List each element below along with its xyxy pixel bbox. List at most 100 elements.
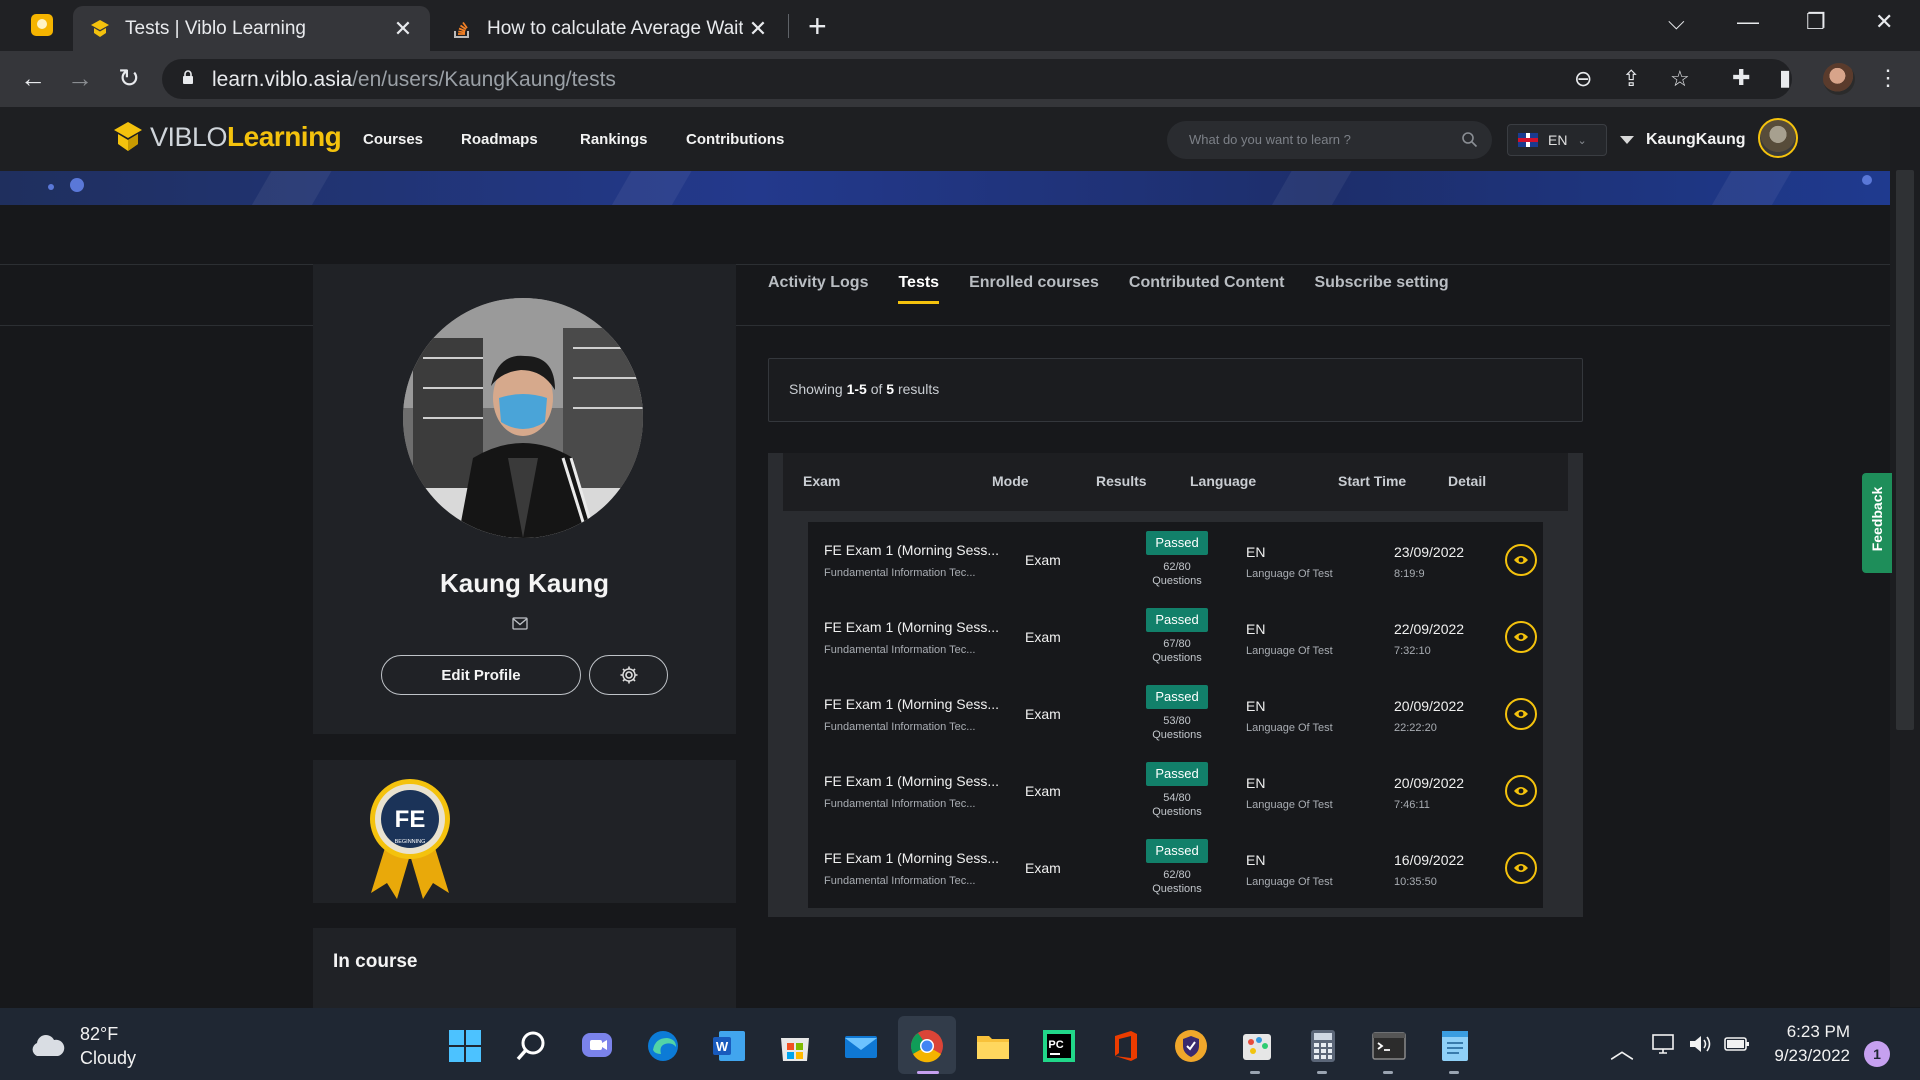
- windows-start-icon[interactable]: [447, 1028, 483, 1064]
- tab-contributed-content[interactable]: Contributed Content: [1129, 274, 1285, 304]
- close-tab-icon[interactable]: ✕: [388, 16, 418, 42]
- table-header: Exam Mode Results Language Start Time De…: [783, 453, 1568, 511]
- search-icon[interactable]: [1461, 131, 1478, 148]
- edge-icon[interactable]: [645, 1028, 681, 1064]
- exam-title[interactable]: FE Exam 1 (Morning Sess...: [824, 850, 999, 866]
- chevron-down-icon: ⌄: [1577, 134, 1587, 147]
- nav-courses[interactable]: Courses: [363, 131, 423, 148]
- browser-profile-avatar[interactable]: [1823, 63, 1855, 95]
- status-badge: Passed: [1146, 608, 1208, 632]
- vpn-shield-icon[interactable]: [1173, 1028, 1209, 1064]
- scrollbar-thumb[interactable]: [1896, 170, 1914, 730]
- word-icon[interactable]: W: [711, 1028, 747, 1064]
- feedback-tab[interactable]: Feedback: [1862, 473, 1892, 573]
- settings-button[interactable]: [589, 655, 668, 695]
- tests-table: Exam Mode Results Language Start Time De…: [768, 453, 1583, 917]
- search-icon[interactable]: [513, 1028, 549, 1064]
- mail-icon[interactable]: [512, 617, 528, 630]
- language-label: Language Of Test: [1246, 722, 1333, 734]
- file-explorer-icon[interactable]: [975, 1028, 1011, 1064]
- view-detail-button[interactable]: [1505, 621, 1537, 653]
- clock-time[interactable]: 6:23 PM: [1760, 1022, 1850, 1042]
- eye-icon: [1514, 710, 1528, 718]
- bookmark-star-icon[interactable]: ☆: [1670, 66, 1690, 92]
- exam-title[interactable]: FE Exam 1 (Morning Sess...: [824, 773, 999, 789]
- tab-subscribe-setting[interactable]: Subscribe setting: [1314, 274, 1448, 304]
- minimize-icon[interactable]: —: [1737, 9, 1759, 35]
- lock-icon[interactable]: [182, 70, 194, 84]
- language-select[interactable]: EN ⌄: [1507, 124, 1607, 156]
- view-detail-button[interactable]: [1505, 698, 1537, 730]
- eye-icon: [1514, 787, 1528, 795]
- language-label: Language Of Test: [1246, 876, 1333, 888]
- notepad-icon[interactable]: [1437, 1028, 1473, 1064]
- fe-beginning-badge[interactable]: FE BEGINNING: [363, 775, 457, 900]
- exam-title[interactable]: FE Exam 1 (Morning Sess...: [824, 696, 999, 712]
- more-menu-icon[interactable]: ⋮: [1877, 65, 1899, 91]
- tab-search-icon[interactable]: ⌵: [1668, 9, 1685, 35]
- tab-activity-logs[interactable]: Activity Logs: [768, 274, 868, 304]
- terminal-icon[interactable]: [1371, 1028, 1407, 1064]
- extensions-puzzle-icon[interactable]: ✚: [1732, 65, 1750, 91]
- chrome-icon[interactable]: [909, 1028, 945, 1064]
- pycharm-icon[interactable]: PC: [1041, 1028, 1077, 1064]
- paint-icon[interactable]: [1239, 1028, 1275, 1064]
- back-icon[interactable]: ←: [16, 63, 50, 94]
- tab-waiting-time[interactable]: How to calculate Average Waiting ✕: [435, 6, 785, 51]
- profile-name: Kaung Kaung: [440, 568, 609, 598]
- view-detail-button[interactable]: [1505, 544, 1537, 576]
- microsoft-store-icon[interactable]: [777, 1028, 813, 1064]
- exam-mode: Exam: [1025, 860, 1061, 876]
- clock-date[interactable]: 9/23/2022: [1760, 1046, 1850, 1066]
- close-window-icon[interactable]: ✕: [1875, 9, 1893, 35]
- view-detail-button[interactable]: [1505, 775, 1537, 807]
- logo-viblo-text: VIBLO: [150, 121, 228, 152]
- user-menu[interactable]: KaungKaung: [1620, 131, 1746, 149]
- tab-tests[interactable]: Tests: [898, 274, 939, 304]
- reload-icon[interactable]: ↻: [112, 63, 146, 94]
- view-detail-button[interactable]: [1505, 852, 1537, 884]
- tab-viblo-tests[interactable]: Tests | Viblo Learning ✕: [73, 6, 430, 51]
- url-text: learn.viblo.asia/en/users/KaungKaung/tes…: [212, 68, 616, 92]
- avatar[interactable]: [1758, 118, 1798, 158]
- share-icon[interactable]: ⇪: [1622, 66, 1640, 92]
- keep-app-icon[interactable]: [31, 14, 53, 36]
- exam-title[interactable]: FE Exam 1 (Morning Sess...: [824, 542, 999, 558]
- nav-rankings[interactable]: Rankings: [580, 131, 648, 148]
- new-tab-icon[interactable]: +: [808, 8, 827, 45]
- start-date: 20/09/2022: [1394, 698, 1465, 714]
- badge-text: FE: [395, 806, 426, 833]
- restore-icon[interactable]: ❐: [1806, 9, 1826, 35]
- battery-icon[interactable]: [1723, 1033, 1751, 1055]
- chevron-up-icon[interactable]: ︿: [1610, 1030, 1634, 1065]
- close-tab-icon[interactable]: ✕: [743, 16, 773, 42]
- edit-profile-button[interactable]: Edit Profile: [381, 655, 581, 695]
- viblo-learning-logo[interactable]: VIBLO Learning: [112, 120, 342, 154]
- nav-roadmaps[interactable]: Roadmaps: [461, 131, 538, 148]
- forward-icon[interactable]: →: [63, 63, 97, 94]
- column-header-start-time: Start Time: [1338, 473, 1407, 489]
- network-icon[interactable]: [1651, 1032, 1677, 1056]
- nav-contributions[interactable]: Contributions: [686, 131, 784, 148]
- column-header-mode: Mode: [992, 473, 1029, 489]
- mail-icon[interactable]: [843, 1028, 879, 1064]
- volume-icon[interactable]: [1688, 1033, 1714, 1055]
- weather-widget[interactable]: 82°F Cloudy: [28, 1022, 136, 1070]
- exam-title[interactable]: FE Exam 1 (Morning Sess...: [824, 619, 999, 635]
- tab-title: How to calculate Average Waiting: [487, 17, 743, 39]
- office-icon[interactable]: [1107, 1028, 1143, 1064]
- teams-chat-icon[interactable]: [579, 1028, 615, 1064]
- zoom-out-icon[interactable]: ⊖: [1574, 66, 1592, 92]
- calculator-icon[interactable]: [1305, 1028, 1341, 1064]
- weather-condition: Cloudy: [80, 1048, 137, 1068]
- exam-language: EN: [1246, 621, 1266, 637]
- search-input[interactable]: What do you want to learn ?: [1189, 132, 1351, 147]
- side-panel-icon[interactable]: ▮: [1779, 65, 1791, 91]
- url-bar[interactable]: learn.viblo.asia/en/users/KaungKaung/tes…: [162, 59, 1792, 99]
- divider: [736, 264, 1890, 265]
- language-value: EN: [1548, 132, 1568, 148]
- table-row: FE Exam 1 (Morning Sess... Fundamental In…: [808, 753, 1543, 830]
- notification-badge[interactable]: 1: [1864, 1041, 1890, 1067]
- tab-enrolled-courses[interactable]: Enrolled courses: [969, 274, 1099, 304]
- search-box[interactable]: What do you want to learn ?: [1167, 121, 1492, 159]
